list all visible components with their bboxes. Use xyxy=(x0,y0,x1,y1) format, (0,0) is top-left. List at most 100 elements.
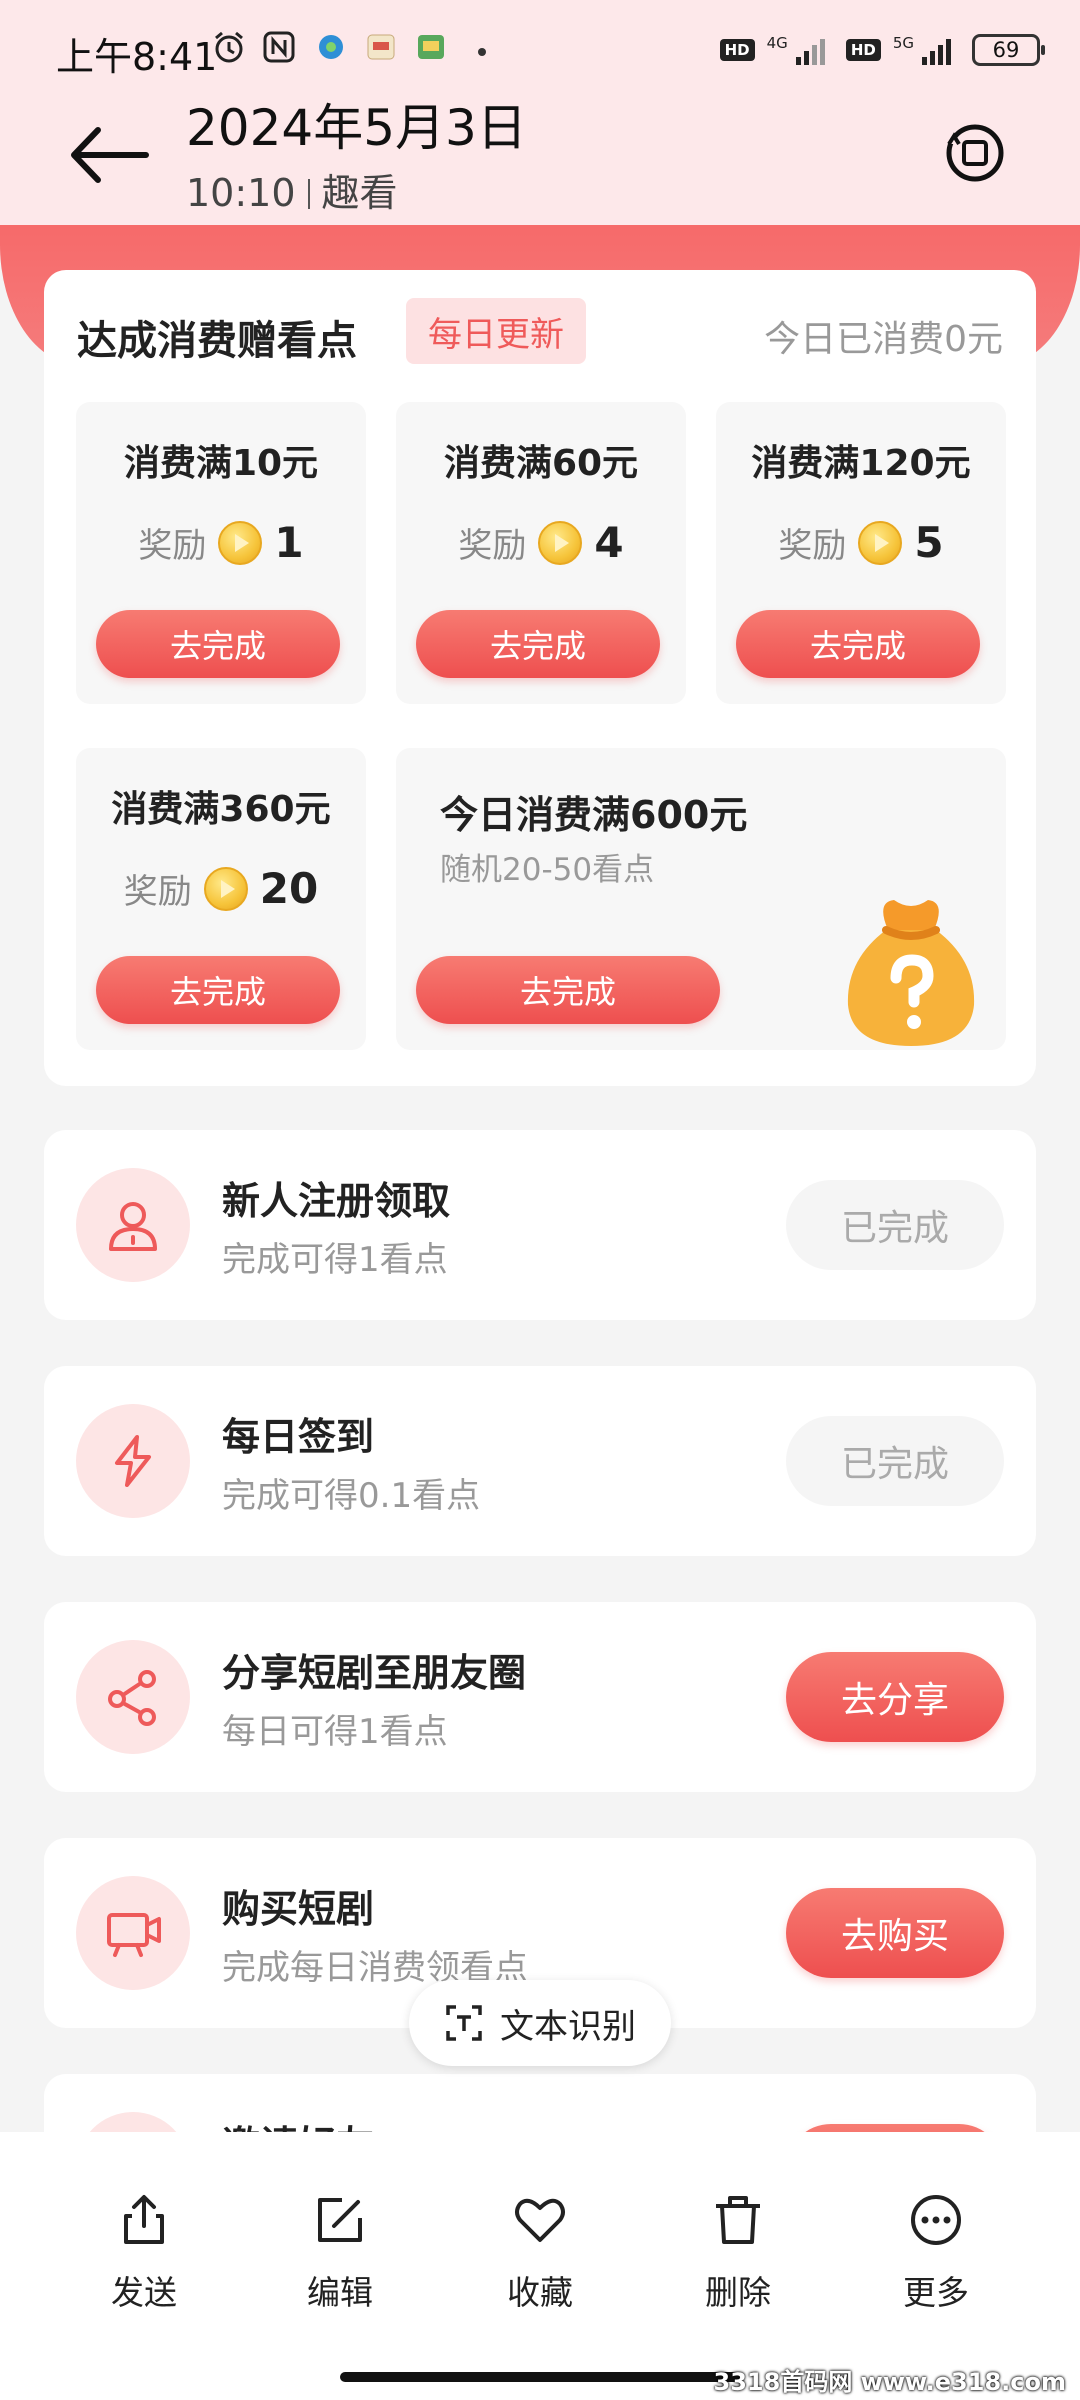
reward-amount: 20 xyxy=(259,864,319,913)
reward-amount: 5 xyxy=(914,518,944,567)
task-done-button[interactable]: 已完成 xyxy=(786,1416,1004,1506)
hd-badge: HD xyxy=(845,39,881,61)
reward-label: 奖励 xyxy=(138,526,207,566)
task-subtitle: 完成可得0.1看点 xyxy=(222,1476,481,1516)
heart-icon xyxy=(515,2198,565,2242)
more-icon xyxy=(911,2195,961,2245)
text-recognition-label: 文本识别 xyxy=(500,2006,636,2047)
nfc-icon xyxy=(263,31,295,63)
task-row: 新人注册领取 完成可得1看点 已完成 xyxy=(44,1130,1036,1320)
coin-icon xyxy=(218,520,263,565)
page-title: 2024年5月3日 xyxy=(186,99,527,157)
consume-card-title: 达成消费赠看点 xyxy=(77,318,357,364)
back-arrow-icon[interactable] xyxy=(66,120,150,190)
favorite-button[interactable]: 收藏 xyxy=(470,2192,610,2322)
tier-reward: 奖励 20 xyxy=(76,864,366,913)
send-button[interactable]: 发送 xyxy=(74,2192,214,2322)
more-notifications-dot xyxy=(478,48,486,56)
complete-button[interactable]: 去完成 xyxy=(96,956,340,1024)
lightning-icon xyxy=(115,1435,151,1487)
tier-name: 消费满60元 xyxy=(443,443,639,484)
task-row: 分享短剧至朋友圈 每日可得1看点 去分享 xyxy=(44,1602,1036,1792)
complete-button[interactable]: 去完成 xyxy=(416,956,720,1024)
divider xyxy=(307,179,310,209)
today-consumed-text: 今日已消费0元 xyxy=(764,319,1003,360)
page-subtitle: 10:10 趣看 xyxy=(186,162,398,217)
task-done-button[interactable]: 已完成 xyxy=(786,1180,1004,1270)
app-notification-icon xyxy=(367,34,395,60)
tier-tile: 消费满120元 奖励 5 去完成 xyxy=(716,402,1006,704)
tier-name: 消费满120元 xyxy=(751,443,971,484)
send-label: 发送 xyxy=(111,2273,177,2312)
status-indicators: HD 4G HD 5G 69 xyxy=(719,30,1045,70)
tier-name: 消费满360元 xyxy=(111,789,331,830)
lucky-bag-icon xyxy=(847,900,975,1046)
consume-reward-card: 达成消费赠看点 每日更新 今日已消费0元 消费满10元 奖励 1 去完成 消费满… xyxy=(44,270,1036,1086)
complete-button[interactable]: 去完成 xyxy=(736,610,980,678)
rotate-icon[interactable] xyxy=(940,118,1010,188)
signal-icon xyxy=(922,39,951,65)
bottom-toolbar: 发送 编辑 收藏 删除 更多 xyxy=(0,2132,1080,2400)
task-row: 每日签到 完成可得0.1看点 已完成 xyxy=(44,1366,1036,1556)
buy-button[interactable]: 去购买 xyxy=(786,1888,1004,1978)
send-icon xyxy=(124,2195,164,2244)
hd-badge: HD xyxy=(719,39,755,61)
video-icon xyxy=(107,1913,161,1957)
tier-reward: 奖励 1 xyxy=(76,518,366,567)
user-icon xyxy=(109,1202,157,1251)
tier-tile: 消费满10元 奖励 1 去完成 xyxy=(76,402,366,704)
header-time: 10:10 xyxy=(186,171,296,215)
task-icon xyxy=(76,1168,190,1282)
delete-button[interactable]: 删除 xyxy=(668,2192,808,2322)
task-subtitle: 完成可得1看点 xyxy=(222,1240,448,1280)
app-notification-icon xyxy=(319,35,343,59)
reward-amount: 1 xyxy=(274,518,304,567)
reward-label: 奖励 xyxy=(778,526,847,566)
watermark: 3318首码网 www.e318.com xyxy=(713,2368,1066,2396)
network-5g: 5G xyxy=(892,34,914,52)
daily-update-badge: 每日更新 xyxy=(406,298,586,364)
battery-indicator: 69 xyxy=(972,34,1045,66)
edit-button[interactable]: 编辑 xyxy=(270,2192,410,2322)
coin-icon xyxy=(538,520,583,565)
mystery-tier-name: 今日消费满600元 xyxy=(440,793,748,837)
network-4g: 4G xyxy=(766,34,788,52)
status-time: 上午8:41 xyxy=(56,35,218,79)
mystery-tier-tile: 今日消费满600元 随机20-50看点 去完成 xyxy=(396,748,1006,1050)
task-title: 新人注册领取 xyxy=(222,1179,451,1223)
delete-label: 删除 xyxy=(705,2273,771,2312)
more-label: 更多 xyxy=(903,2273,969,2312)
home-indicator[interactable] xyxy=(340,2372,740,2382)
task-icon xyxy=(76,1876,190,1990)
reward-amount: 4 xyxy=(594,518,624,567)
more-button[interactable]: 更多 xyxy=(866,2192,1006,2322)
complete-button[interactable]: 去完成 xyxy=(416,610,660,678)
signal-icon xyxy=(795,39,825,65)
scan-text-icon xyxy=(446,2005,482,2041)
favorite-label: 收藏 xyxy=(507,2273,573,2312)
alarm-icon xyxy=(215,31,243,63)
app-notification-icon xyxy=(418,35,444,59)
tier-tile: 消费满360元 奖励 20 去完成 xyxy=(76,748,366,1050)
task-icon xyxy=(76,1404,190,1518)
tier-reward: 奖励 5 xyxy=(716,518,1006,567)
reward-label: 奖励 xyxy=(458,526,527,566)
coin-icon xyxy=(203,866,248,911)
task-icon xyxy=(76,1640,190,1754)
mystery-tier-subtitle: 随机20-50看点 xyxy=(440,852,655,888)
complete-button[interactable]: 去完成 xyxy=(96,610,340,678)
header: 2024年5月3日 10:10 趣看 xyxy=(0,80,1080,225)
trash-icon xyxy=(716,2196,760,2244)
task-title: 分享短剧至朋友圈 xyxy=(222,1651,527,1695)
header-source: 趣看 xyxy=(321,171,398,215)
tier-name: 消费满10元 xyxy=(123,443,319,484)
task-subtitle: 每日可得1看点 xyxy=(222,1712,448,1752)
tier-tile: 消费满60元 奖励 4 去完成 xyxy=(396,402,686,704)
share-icon xyxy=(108,1670,156,1726)
edit-label: 编辑 xyxy=(307,2273,373,2312)
text-recognition-button[interactable]: 文本识别 xyxy=(409,1980,671,2066)
edit-icon xyxy=(318,2198,362,2242)
coin-icon xyxy=(858,520,903,565)
reward-label: 奖励 xyxy=(123,872,192,912)
share-button[interactable]: 去分享 xyxy=(786,1652,1004,1742)
